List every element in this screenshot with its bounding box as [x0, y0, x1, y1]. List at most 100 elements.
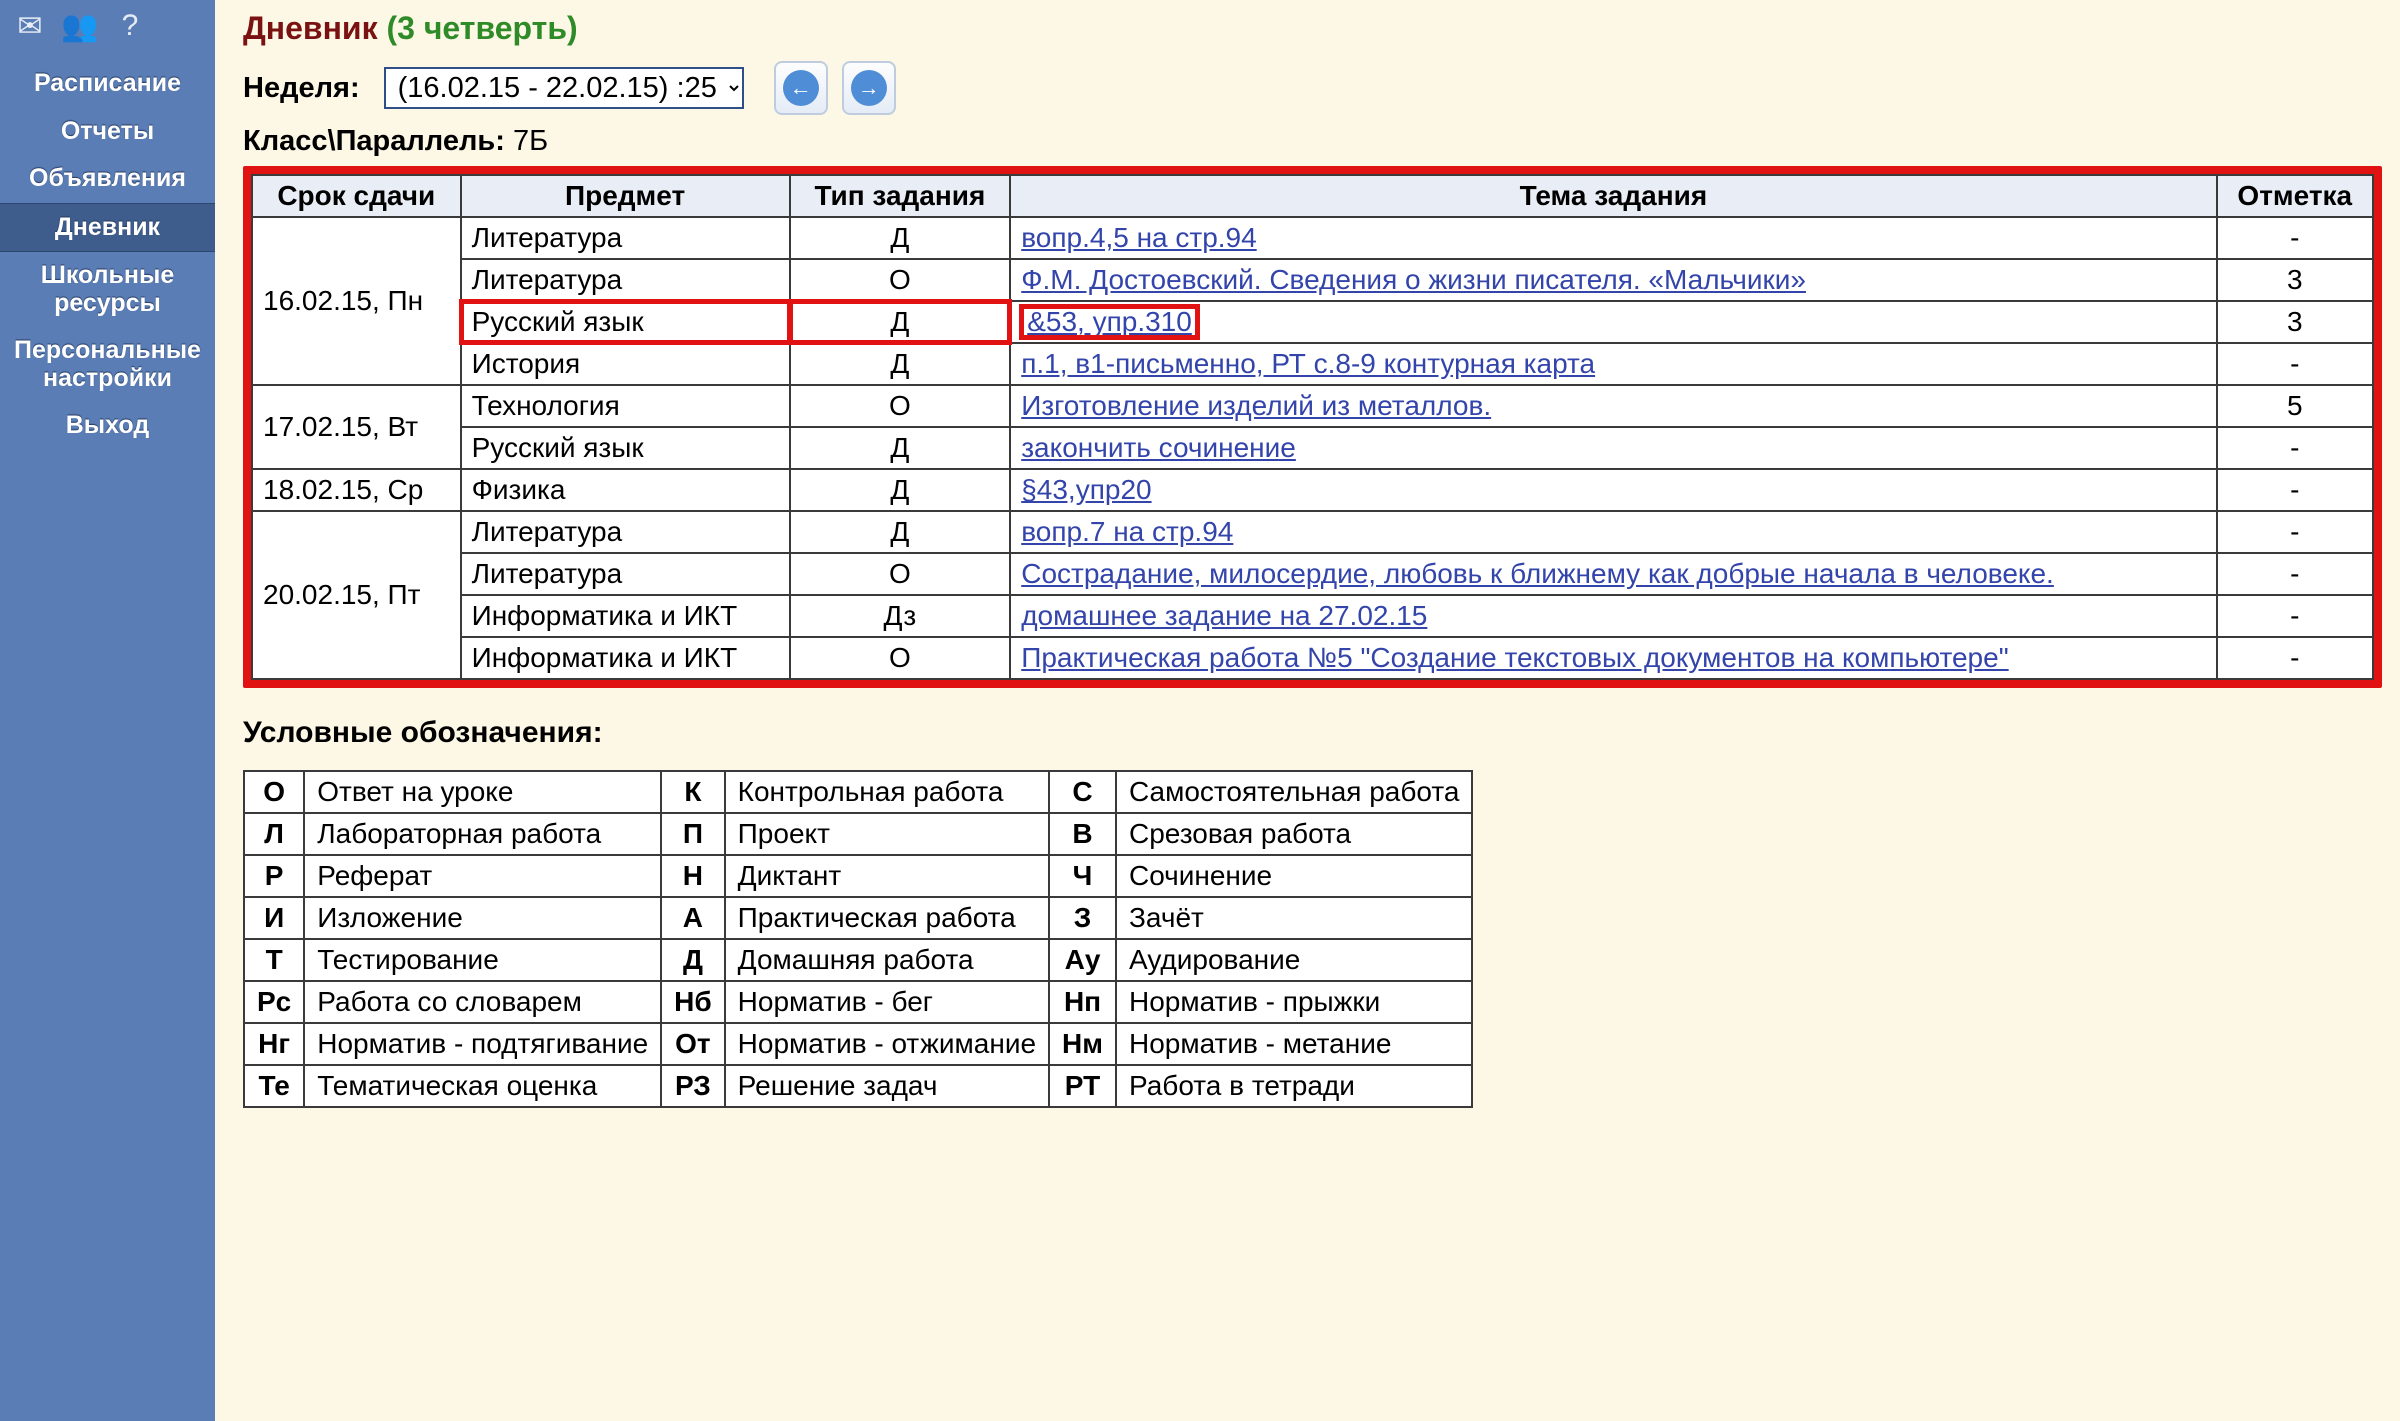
table-row: 16.02.15, ПнЛитератураДвопр.4,5 на стр.9…: [252, 217, 2373, 259]
sidebar-item[interactable]: Дневник: [0, 203, 215, 253]
topic-link[interactable]: вопр.7 на стр.94: [1021, 516, 1233, 547]
week-prev-button[interactable]: ←: [774, 61, 828, 115]
topic-cell: §43,упр20: [1010, 469, 2216, 511]
mark-cell: -: [2217, 427, 2373, 469]
subject-cell: Литература: [461, 553, 790, 595]
class-value: 7Б: [513, 125, 548, 157]
content-area: Дневник (3 четверть) Неделя: (16.02.15 -…: [215, 0, 2400, 1421]
legend-text: Проект: [725, 813, 1049, 855]
table-row: ИсторияДп.1, в1-письменно, РТ с.8-9 конт…: [252, 343, 2373, 385]
legend-code: РТ: [1049, 1065, 1116, 1107]
type-cell: Д: [790, 301, 1011, 343]
grades-body: 16.02.15, ПнЛитератураДвопр.4,5 на стр.9…: [252, 217, 2373, 679]
topic-link[interactable]: §43,упр20: [1021, 474, 1151, 505]
topic-link[interactable]: Изготовление изделий из металлов.: [1021, 390, 1491, 421]
subject-cell: Технология: [461, 385, 790, 427]
table-row: ЛитератураОФ.М. Достоевский. Сведения о …: [252, 259, 2373, 301]
mark-cell: -: [2217, 343, 2373, 385]
legend-code: А: [661, 897, 725, 939]
topic-link[interactable]: домашнее задание на 27.02.15: [1021, 600, 1427, 631]
week-filter-row: Неделя: (16.02.15 - 22.02.15) :25 ← →: [243, 61, 2382, 115]
topic-cell: домашнее задание на 27.02.15: [1010, 595, 2216, 637]
users-icon[interactable]: 👥: [60, 6, 100, 46]
table-row: 18.02.15, СрФизикаД§43,упр20-: [252, 469, 2373, 511]
mail-icon[interactable]: ✉: [10, 6, 50, 46]
mark-cell: 3: [2217, 259, 2373, 301]
topic-link[interactable]: Ф.М. Достоевский. Сведения о жизни писат…: [1021, 264, 1806, 295]
legend-text: Тематическая оценка: [304, 1065, 661, 1107]
table-row: Информатика и ИКТО Практическая работа №5…: [252, 637, 2373, 679]
sidebar-item[interactable]: Расписание: [0, 60, 215, 108]
mark-cell: 5: [2217, 385, 2373, 427]
class-line: Класс\Параллель: 7Б: [243, 125, 2382, 158]
legend-code: П: [661, 813, 725, 855]
type-cell: О: [790, 553, 1011, 595]
sidebar-item[interactable]: Выход: [0, 402, 215, 450]
legend-text: Норматив - метание: [1116, 1023, 1472, 1065]
legend-code: Д: [661, 939, 725, 981]
topic-link[interactable]: закончить сочинение: [1021, 432, 1296, 463]
sidebar-item[interactable]: Школьные ресурсы: [0, 252, 215, 327]
subject-cell: Информатика и ИКТ: [461, 637, 790, 679]
table-row: 17.02.15, ВтТехнологияОИзготовление изде…: [252, 385, 2373, 427]
week-select[interactable]: (16.02.15 - 22.02.15) :25: [384, 67, 744, 109]
legend-code: Рс: [244, 981, 304, 1023]
subject-cell: Русский язык: [461, 301, 790, 343]
grades-header-cell: Предмет: [461, 175, 790, 217]
legend-text: Реферат: [304, 855, 661, 897]
grades-header-cell: Тип задания: [790, 175, 1011, 217]
legend-code: Ау: [1049, 939, 1116, 981]
sidebar: ✉ 👥 ? РасписаниеОтчетыОбъявленияДневникШ…: [0, 0, 215, 1421]
sidebar-item[interactable]: Отчеты: [0, 108, 215, 156]
topic-link[interactable]: Сострадание, милосердие, любовь к ближне…: [1021, 558, 2054, 589]
week-next-button[interactable]: →: [842, 61, 896, 115]
legend-code: От: [661, 1023, 725, 1065]
legend-row: РсРабота со словаремНбНорматив - бегНпНо…: [244, 981, 1472, 1023]
type-cell: Д: [790, 511, 1011, 553]
topic-cell: закончить сочинение: [1010, 427, 2216, 469]
legend-text: Диктант: [725, 855, 1049, 897]
legend-code: РЗ: [661, 1065, 725, 1107]
legend-text: Срезовая работа: [1116, 813, 1472, 855]
mark-cell: -: [2217, 637, 2373, 679]
sidebar-menu: РасписаниеОтчетыОбъявленияДневникШкольны…: [0, 60, 215, 450]
legend-code: Ч: [1049, 855, 1116, 897]
sidebar-item[interactable]: Объявления: [0, 155, 215, 203]
type-cell: Дз: [790, 595, 1011, 637]
legend-code: Р: [244, 855, 304, 897]
legend-text: Аудирование: [1116, 939, 1472, 981]
legend-code: Нп: [1049, 981, 1116, 1023]
legend-text: Контрольная работа: [725, 771, 1049, 813]
legend-code: Те: [244, 1065, 304, 1107]
table-row: ЛитератураО Сострадание, милосердие, любо…: [252, 553, 2373, 595]
topic-cell: Практическая работа №5 "Создание текстов…: [1010, 637, 2216, 679]
legend-text: Изложение: [304, 897, 661, 939]
legend-code: К: [661, 771, 725, 813]
legend-text: Лабораторная работа: [304, 813, 661, 855]
help-icon[interactable]: ?: [110, 6, 150, 46]
arrow-left-icon: ←: [783, 70, 819, 106]
type-cell: Д: [790, 427, 1011, 469]
legend-code: З: [1049, 897, 1116, 939]
legend-text: Самостоятельная работа: [1116, 771, 1472, 813]
type-cell: Д: [790, 343, 1011, 385]
table-row: Русский языкД&53, упр.3103: [252, 301, 2373, 343]
topic-link[interactable]: п.1, в1-письменно, РТ с.8-9 контурная ка…: [1021, 348, 1595, 379]
type-cell: О: [790, 637, 1011, 679]
legend-code: Н: [661, 855, 725, 897]
grades-header-cell: Срок сдачи: [252, 175, 461, 217]
legend-code: Т: [244, 939, 304, 981]
topic-link[interactable]: вопр.4,5 на стр.94: [1021, 222, 1256, 253]
date-cell: 18.02.15, Ср: [252, 469, 461, 511]
legend-code: Нб: [661, 981, 725, 1023]
table-row: Русский языкДзакончить сочинение-: [252, 427, 2373, 469]
date-cell: 17.02.15, Вт: [252, 385, 461, 469]
sidebar-icons: ✉ 👥 ?: [0, 0, 215, 52]
legend-code: Нм: [1049, 1023, 1116, 1065]
legend-text: Домашняя работа: [725, 939, 1049, 981]
sidebar-item[interactable]: Персональные настройки: [0, 327, 215, 402]
topic-link[interactable]: Практическая работа №5 "Создание текстов…: [1021, 642, 2008, 673]
topic-link[interactable]: &53, упр.310: [1027, 306, 1192, 337]
subject-cell: Информатика и ИКТ: [461, 595, 790, 637]
legend-code: Нг: [244, 1023, 304, 1065]
